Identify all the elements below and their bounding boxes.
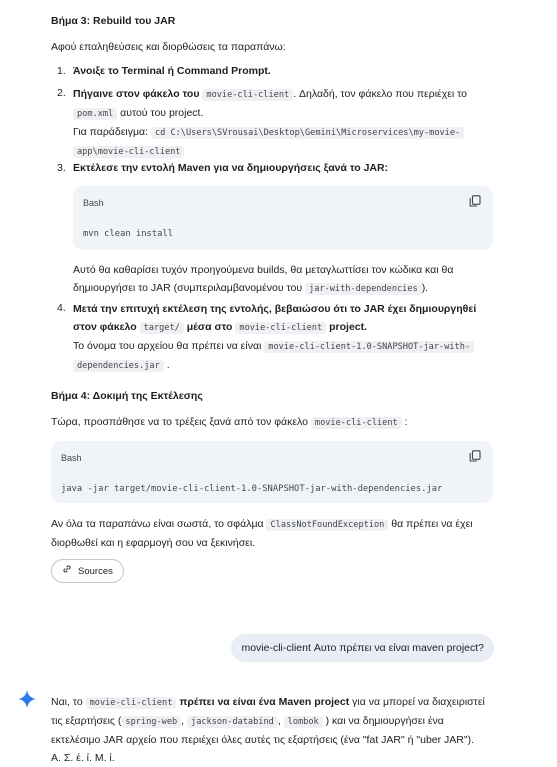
inline-code: movie-cli-client [202, 89, 294, 101]
inline-code: lombok [283, 716, 323, 728]
list-text: Πήγαινε στον φάκελο του [73, 88, 200, 100]
code-language: Bash [61, 453, 82, 463]
sources-button[interactable]: Sources [51, 559, 124, 583]
user-message-bubble: movie-cli-client Αυτο πρέπει να είναι ma… [231, 634, 494, 662]
inline-code: pom.xml [73, 108, 118, 120]
example-label: Για παράδειγμα: [73, 126, 149, 138]
code-text: java -jar target/movie-cli-client-1.0-SN… [61, 484, 443, 494]
step3-heading: Βήμα 3: Rebuild του JAR [51, 15, 176, 27]
list-text: Εκτέλεσε την εντολή Maven για να δημιουρ… [73, 162, 389, 174]
list-number: 4. [57, 302, 66, 314]
inline-code: spring-web [121, 716, 182, 728]
step4-heading: Βήμα 4: Δοκιμή της Εκτέλεσης [51, 390, 203, 402]
paragraph: Αυτό θα καθαρίσει τυχόν προηγούμενα buil… [73, 264, 454, 295]
list-number: 3. [57, 162, 66, 174]
list-text: . Δηλαδή, τον φάκελο που περιέχει το [293, 88, 468, 100]
inline-code: cd C:\Users\SVrousai\Desktop\Gemini\Micr… [150, 127, 465, 139]
code-block: Bash mvn clean install [73, 186, 493, 250]
copy-icon[interactable] [469, 450, 481, 462]
inline-code: movie-cli-client [235, 322, 327, 334]
code-language: Bash [83, 198, 104, 208]
list-text: Άνοιξε το Terminal ή Command Prompt. [73, 65, 271, 77]
link-icon [62, 563, 72, 580]
code-text: mvn clean install [83, 229, 174, 239]
gemini-sparkle-icon [18, 690, 36, 714]
inline-code: jar-with-dependencies [305, 283, 422, 295]
inline-code: ClassNotFoundException [266, 519, 389, 531]
inline-code: movie-cli-client [85, 697, 177, 709]
inline-code: movie-cli-client [310, 417, 402, 429]
inline-code: target/ [139, 322, 184, 334]
list-number: 2. [57, 87, 66, 99]
inline-code: dependencies.jar [73, 360, 164, 372]
inline-code: jackson-databind [187, 716, 278, 728]
code-block: Bash java -jar target/movie-cli-client-1… [51, 441, 493, 503]
inline-code: movie-cli-client-1.0-SNAPSHOT-jar-with- [264, 341, 475, 353]
inline-code: app\movie-cli-client [73, 146, 185, 158]
sources-label: Sources [78, 565, 113, 577]
paragraph: Αν όλα τα παραπάνω είναι σωστά, το σφάλμ… [51, 518, 473, 549]
step3-intro: Αφού επαληθεύσεις και διορθώσεις τα παρα… [51, 41, 286, 53]
copy-icon[interactable] [469, 195, 481, 207]
list-number: 1. [57, 65, 66, 77]
assistant-reply: Ναι, το movie-cli-client πρέπει να είναι… [51, 696, 485, 764]
list-text: αυτού του project. [120, 107, 204, 119]
user-message-text: movie-cli-client Αυτο πρέπει να είναι ma… [241, 641, 484, 654]
step4-intro: Τώρα, προσπάθησε να το τρέξεις ξανά από … [51, 416, 408, 429]
